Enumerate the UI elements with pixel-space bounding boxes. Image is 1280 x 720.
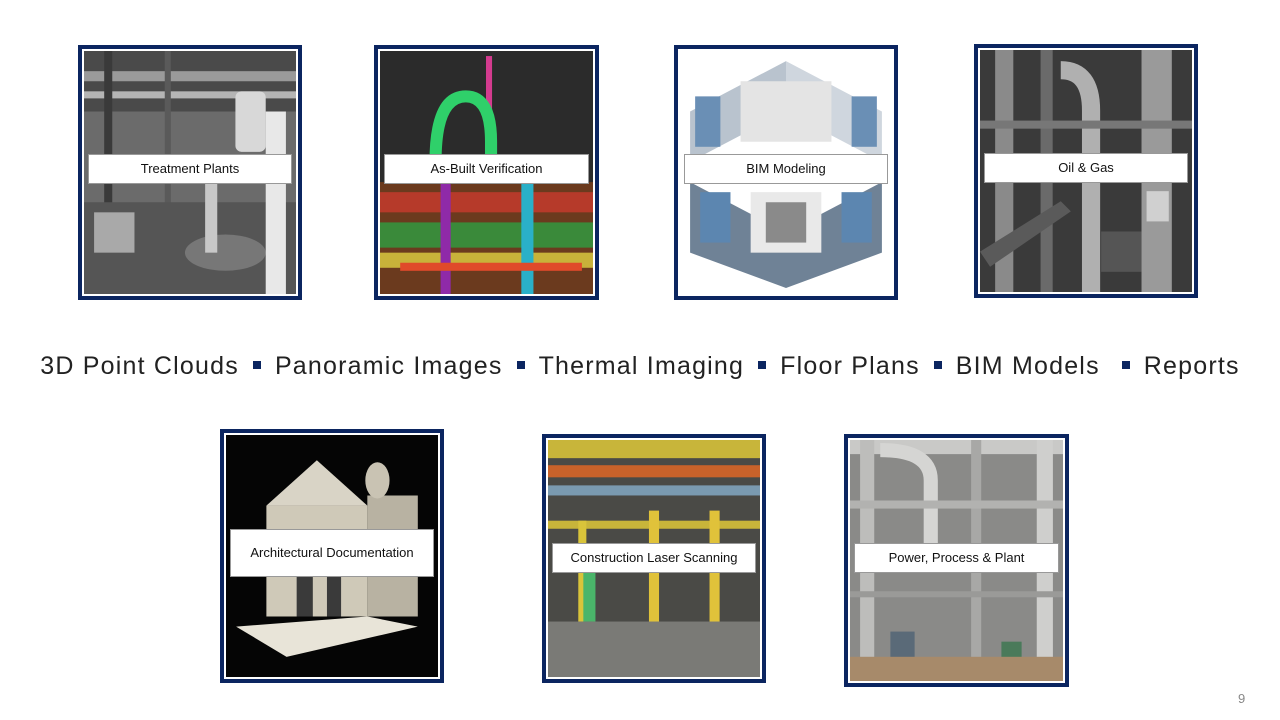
tile-label: BIM Modeling bbox=[684, 154, 888, 184]
service-item: Panoramic Images bbox=[274, 352, 503, 380]
bullet-separator bbox=[933, 360, 942, 369]
tile-label: Oil & Gas bbox=[984, 153, 1188, 183]
page-number: 9 bbox=[1238, 691, 1246, 706]
service-item: Floor Plans bbox=[780, 352, 920, 380]
service-item: 3D Point Clouds bbox=[40, 352, 239, 380]
bim-modeling-photo: BIM Modeling bbox=[678, 49, 894, 296]
tile-power-process-plant: Power, Process & Plant bbox=[844, 434, 1069, 687]
tile-label: As-Built Verification bbox=[384, 154, 589, 184]
tile-bim-modeling: BIM Modeling bbox=[674, 45, 898, 300]
power-process-plant-photo: Power, Process & Plant bbox=[848, 438, 1065, 683]
service-item: Thermal Imaging bbox=[538, 352, 745, 380]
tile-label: Treatment Plants bbox=[88, 154, 292, 184]
bullet-separator bbox=[252, 360, 261, 369]
treatment-plants-photo: Treatment Plants bbox=[82, 49, 298, 296]
tile-oil-gas: Oil & Gas bbox=[974, 44, 1198, 298]
bullet-separator bbox=[516, 360, 525, 369]
service-item: BIM Models bbox=[955, 352, 1100, 380]
bullet-separator bbox=[758, 360, 767, 369]
services-line: 3D Point Clouds Panoramic Images Thermal I… bbox=[0, 352, 1280, 381]
tile-treatment-plants: Treatment Plants bbox=[78, 45, 302, 300]
tile-construction-laser-scanning: Construction Laser Scanning bbox=[542, 434, 766, 683]
architectural-documentation-photo: Architectural Documentation bbox=[224, 433, 440, 679]
service-item: Reports bbox=[1143, 352, 1240, 380]
tile-label: Power, Process & Plant bbox=[854, 543, 1059, 573]
construction-laser-scanning-photo: Construction Laser Scanning bbox=[546, 438, 762, 679]
bullet-separator bbox=[1121, 360, 1130, 369]
tile-label: Construction Laser Scanning bbox=[552, 543, 756, 573]
oil-gas-photo: Oil & Gas bbox=[978, 48, 1194, 294]
tile-architectural-documentation: Architectural Documentation bbox=[220, 429, 444, 683]
as-built-verification-photo: As-Built Verification bbox=[378, 49, 595, 296]
tile-as-built-verification: As-Built Verification bbox=[374, 45, 599, 300]
tile-label: Architectural Documentation bbox=[230, 529, 434, 577]
